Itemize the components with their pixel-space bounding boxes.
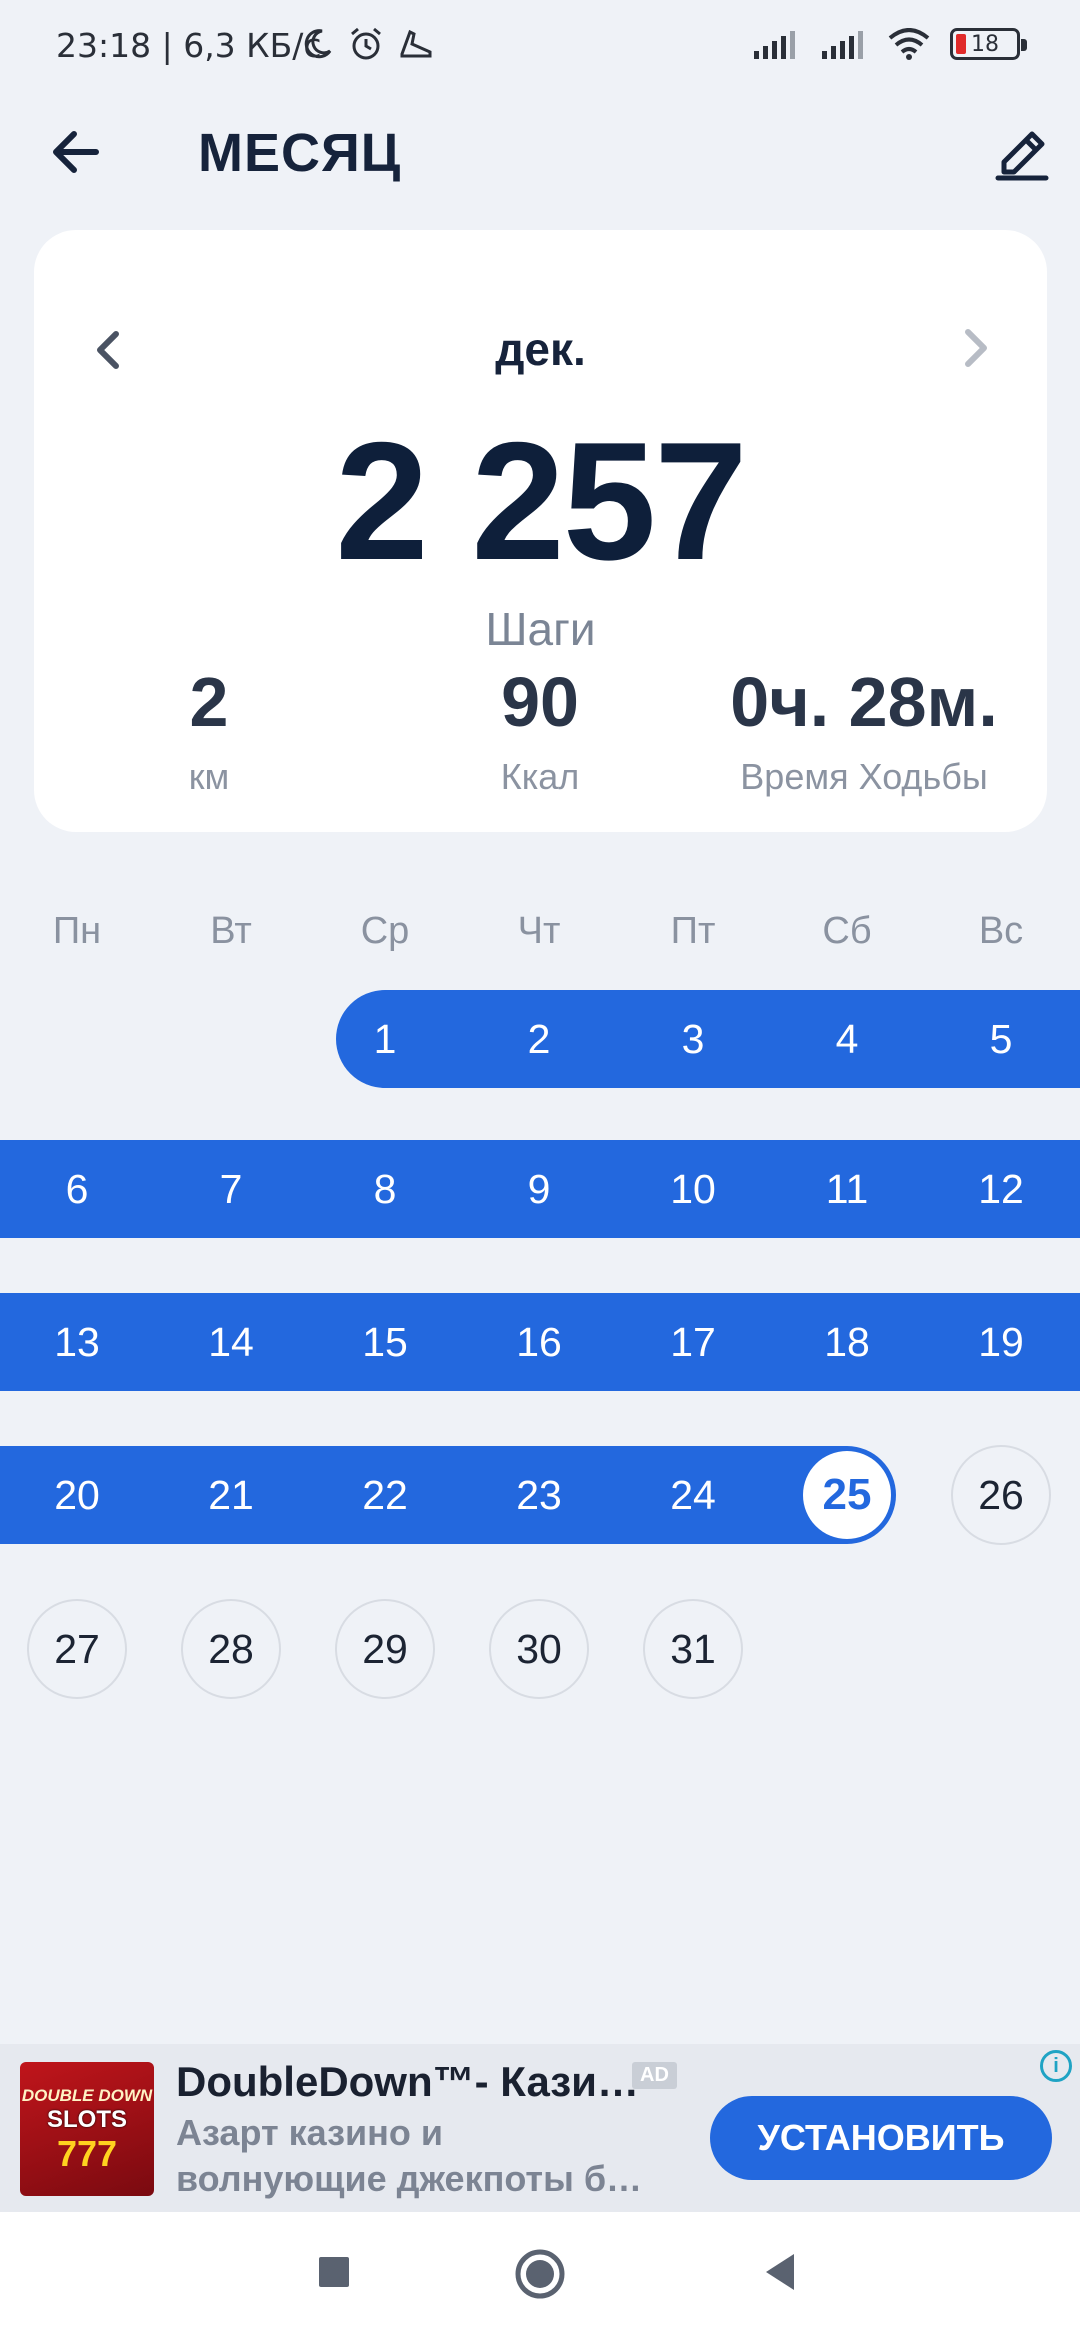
- weekday-label: Ср: [360, 910, 410, 952]
- calendar-day[interactable]: 1: [325, 990, 445, 1088]
- steps-label: Шаги: [485, 603, 596, 655]
- calendar-day[interactable]: 16: [479, 1293, 599, 1391]
- calendar-day[interactable]: 6: [17, 1140, 137, 1238]
- recents-button[interactable]: [314, 2252, 354, 2292]
- weekday-label: Сб: [822, 910, 872, 952]
- ad-badge: AD: [632, 2062, 677, 2089]
- back-nav-button[interactable]: [758, 2250, 802, 2294]
- alarm-icon: [351, 27, 381, 60]
- ad-banner[interactable]: DOUBLE DOWN SLOTS 777 DoubleDown™- Кази……: [0, 2044, 1080, 2212]
- distance-value: 2: [189, 663, 229, 741]
- status-icons-right: 18: [752, 28, 1027, 60]
- calendar-day[interactable]: 17: [633, 1293, 753, 1391]
- ad-description: Азарт казино и волнующие джекпоты б…: [176, 2110, 642, 2202]
- ad-logo-line2: SLOTS: [46, 2105, 127, 2133]
- calendar-day[interactable]: 29: [325, 1600, 445, 1698]
- status-icons-left: [300, 26, 434, 62]
- calendar-day[interactable]: 3: [633, 990, 753, 1088]
- signal-icon: [822, 31, 863, 59]
- system-navbar: [0, 2212, 1080, 2340]
- calendar-day[interactable]: 4: [787, 990, 907, 1088]
- weekday-label: Вс: [978, 910, 1024, 952]
- calendar-day[interactable]: 15: [325, 1293, 445, 1391]
- ad-logo-line1: DOUBLE DOWN: [21, 2085, 153, 2105]
- chevron-right-icon: [965, 329, 987, 367]
- calendar-day[interactable]: 5: [941, 990, 1061, 1088]
- calendar-day[interactable]: 28: [171, 1600, 291, 1698]
- ad-title[interactable]: DoubleDown™- Кази…: [176, 2058, 639, 2106]
- calendar-day[interactable]: 31: [633, 1600, 753, 1698]
- calendar-day[interactable]: 26: [941, 1446, 1061, 1544]
- pencil-icon: [995, 131, 1049, 181]
- weekday-label: Пт: [670, 910, 716, 952]
- weekday-label: Вт: [210, 910, 252, 952]
- calendar-day[interactable]: 18: [787, 1293, 907, 1391]
- calendar-day-today[interactable]: 25: [803, 1451, 891, 1539]
- calendar-day[interactable]: 19: [941, 1293, 1061, 1391]
- ad-description-line: волнующие джекпоты б…: [176, 2158, 643, 2199]
- calendar-day[interactable]: 24: [633, 1446, 753, 1544]
- edit-button[interactable]: [990, 118, 1054, 182]
- calories-stat: 90 Ккал: [380, 662, 700, 798]
- calendar-day[interactable]: 7: [171, 1140, 291, 1238]
- circle-icon: [515, 2249, 565, 2299]
- shoe-icon: [400, 29, 432, 58]
- ad-description-line: Азарт казино и: [176, 2112, 443, 2153]
- next-month-button[interactable]: [944, 318, 1004, 378]
- calendar-day[interactable]: 30: [479, 1600, 599, 1698]
- calendar-day[interactable]: 21: [171, 1446, 291, 1544]
- calendar-day[interactable]: 27: [17, 1600, 137, 1698]
- signal-icon: [754, 31, 795, 59]
- arrow-left-icon: [53, 131, 99, 173]
- square-icon: [319, 2257, 349, 2287]
- calendar-day[interactable]: 22: [325, 1446, 445, 1544]
- calendar-day[interactable]: 10: [633, 1140, 753, 1238]
- calendar-day[interactable]: 20: [17, 1446, 137, 1544]
- walk-time-value: 0ч. 28м.: [730, 663, 998, 741]
- status-time: 23:18 | 6,3 КБ/с: [56, 26, 322, 65]
- wifi-icon: [888, 28, 930, 60]
- distance-label: км: [188, 756, 230, 797]
- calendar-day[interactable]: 23: [479, 1446, 599, 1544]
- home-button[interactable]: [512, 2246, 568, 2302]
- calendar-day[interactable]: 11: [787, 1140, 907, 1238]
- battery-icon: 18: [950, 28, 1027, 60]
- calendar-day[interactable]: 12: [941, 1140, 1061, 1238]
- ad-logo-line3: 777: [56, 2132, 118, 2174]
- back-button[interactable]: [46, 120, 110, 184]
- calendar-day[interactable]: 2: [479, 990, 599, 1088]
- distance-stat: 2 км: [49, 662, 369, 798]
- walk-time-stat: 0ч. 28м. Время Ходьбы: [694, 662, 1034, 798]
- weekday-label: Пн: [52, 910, 102, 952]
- walk-time-label: Время Ходьбы: [740, 756, 988, 797]
- weekday-label: Чт: [517, 910, 561, 952]
- steps-value: 2 257: [335, 407, 747, 595]
- calories-value: 90: [501, 663, 579, 741]
- moon-icon: [304, 29, 332, 59]
- calendar-day[interactable]: 14: [171, 1293, 291, 1391]
- info-icon[interactable]: i: [1040, 2050, 1072, 2082]
- page-title: МЕСЯЦ: [198, 123, 402, 183]
- calendar-day[interactable]: 13: [17, 1293, 137, 1391]
- month-label: дек.: [495, 323, 586, 375]
- calendar-day[interactable]: 9: [479, 1140, 599, 1238]
- install-button[interactable]: УСТАНОВИТЬ: [710, 2096, 1052, 2180]
- calendar-day[interactable]: 8: [325, 1140, 445, 1238]
- summary-card: дек. 2 257 Шаги 2 км 90 Ккал 0ч. 28м. Вр…: [34, 230, 1047, 832]
- calories-label: Ккал: [500, 756, 580, 797]
- triangle-back-icon: [766, 2254, 794, 2290]
- battery-level: 18: [971, 31, 999, 57]
- ad-app-logo[interactable]: DOUBLE DOWN SLOTS 777: [20, 2062, 154, 2196]
